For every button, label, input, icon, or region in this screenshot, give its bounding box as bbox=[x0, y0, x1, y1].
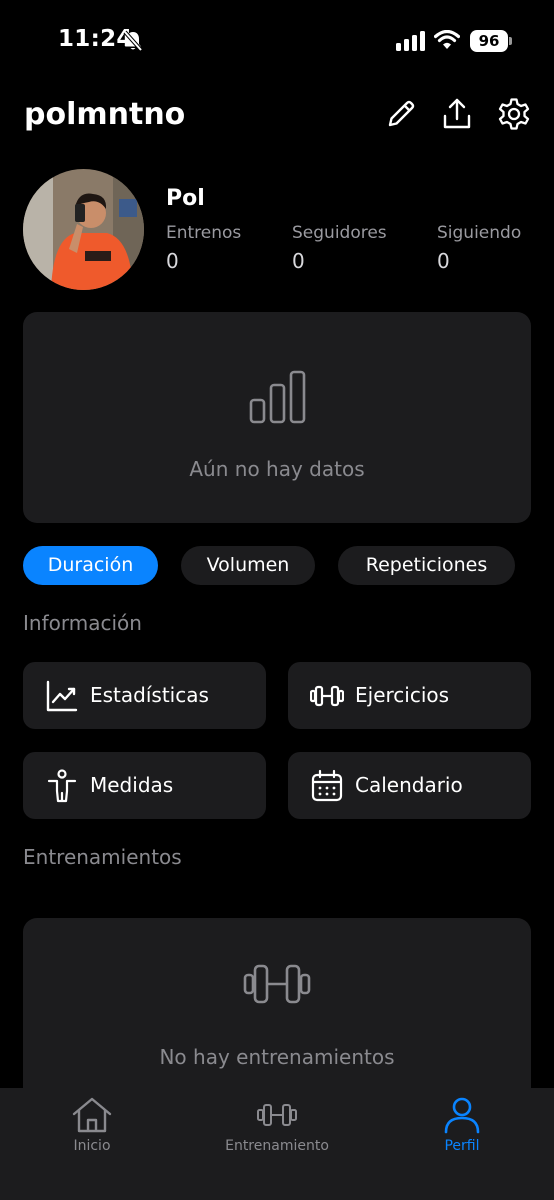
tab-label: Perfil bbox=[444, 1138, 480, 1154]
tab-entrenamiento[interactable]: Entrenamiento bbox=[185, 1088, 369, 1200]
stat-workouts[interactable]: Entrenos 0 bbox=[166, 223, 241, 273]
stat-value: 0 bbox=[166, 249, 179, 273]
battery-nub bbox=[509, 37, 512, 45]
calendar-icon bbox=[310, 769, 344, 803]
edit-icon[interactable] bbox=[383, 96, 419, 132]
battery-level: 96 bbox=[470, 30, 508, 52]
tile-label: Medidas bbox=[90, 773, 174, 797]
stat-label: Seguidores bbox=[292, 223, 387, 243]
profile-username: polmntno bbox=[24, 97, 186, 132]
tab-label: Entrenamiento bbox=[225, 1138, 329, 1154]
workouts-empty-text: No hay entrenamientos bbox=[159, 1045, 395, 1069]
tab-label: Inicio bbox=[73, 1138, 111, 1154]
tile-label: Ejercicios bbox=[355, 683, 450, 707]
tile-ejercicios[interactable]: Ejercicios bbox=[288, 662, 531, 729]
profile-name: Pol bbox=[166, 186, 205, 211]
chart-empty-text: Aún no hay datos bbox=[189, 457, 365, 481]
tile-medidas[interactable]: Medidas bbox=[23, 752, 266, 819]
tile-estadisticas[interactable]: Estadísticas bbox=[23, 662, 266, 729]
tile-label: Calendario bbox=[355, 773, 463, 797]
chart-line-icon bbox=[45, 679, 79, 713]
dumbbell-icon bbox=[243, 962, 311, 1010]
chip-duracion[interactable]: Duración bbox=[23, 546, 158, 585]
settings-gear-icon[interactable] bbox=[496, 96, 532, 132]
tab-bar: Inicio Entrenamiento Perfil bbox=[0, 1088, 554, 1200]
workouts-section-title: Entrenamientos bbox=[23, 845, 182, 869]
stat-value: 0 bbox=[292, 249, 305, 273]
tile-label: Estadísticas bbox=[90, 683, 209, 707]
stat-label: Siguiendo bbox=[437, 223, 522, 243]
chip-repeticiones[interactable]: Repeticiones bbox=[338, 546, 515, 585]
stat-followers[interactable]: Seguidores 0 bbox=[292, 223, 387, 273]
stat-following[interactable]: Siguiendo 0 bbox=[437, 223, 521, 273]
tile-calendario[interactable]: Calendario bbox=[288, 752, 531, 819]
wifi-icon bbox=[433, 29, 461, 54]
profile-icon bbox=[443, 1096, 481, 1138]
dumbbell-icon bbox=[257, 1102, 297, 1132]
tab-perfil[interactable]: Perfil bbox=[370, 1088, 554, 1200]
status-bar: 11:24 96 bbox=[0, 0, 554, 84]
chart-card: Aún no hay datos bbox=[23, 312, 531, 523]
cellular-signal-icon bbox=[396, 31, 426, 55]
tab-inicio[interactable]: Inicio bbox=[0, 1088, 184, 1200]
bell-muted-icon bbox=[122, 30, 144, 52]
avatar[interactable] bbox=[23, 169, 144, 290]
stat-label: Entrenos bbox=[166, 223, 242, 243]
dumbbell-icon bbox=[309, 679, 345, 713]
info-section-title: Información bbox=[23, 611, 142, 635]
chip-volumen[interactable]: Volumen bbox=[181, 546, 315, 585]
share-icon[interactable] bbox=[439, 96, 475, 132]
person-icon bbox=[45, 769, 79, 803]
home-icon bbox=[71, 1096, 113, 1138]
stat-value: 0 bbox=[437, 249, 450, 273]
bar-chart-icon bbox=[249, 370, 307, 428]
